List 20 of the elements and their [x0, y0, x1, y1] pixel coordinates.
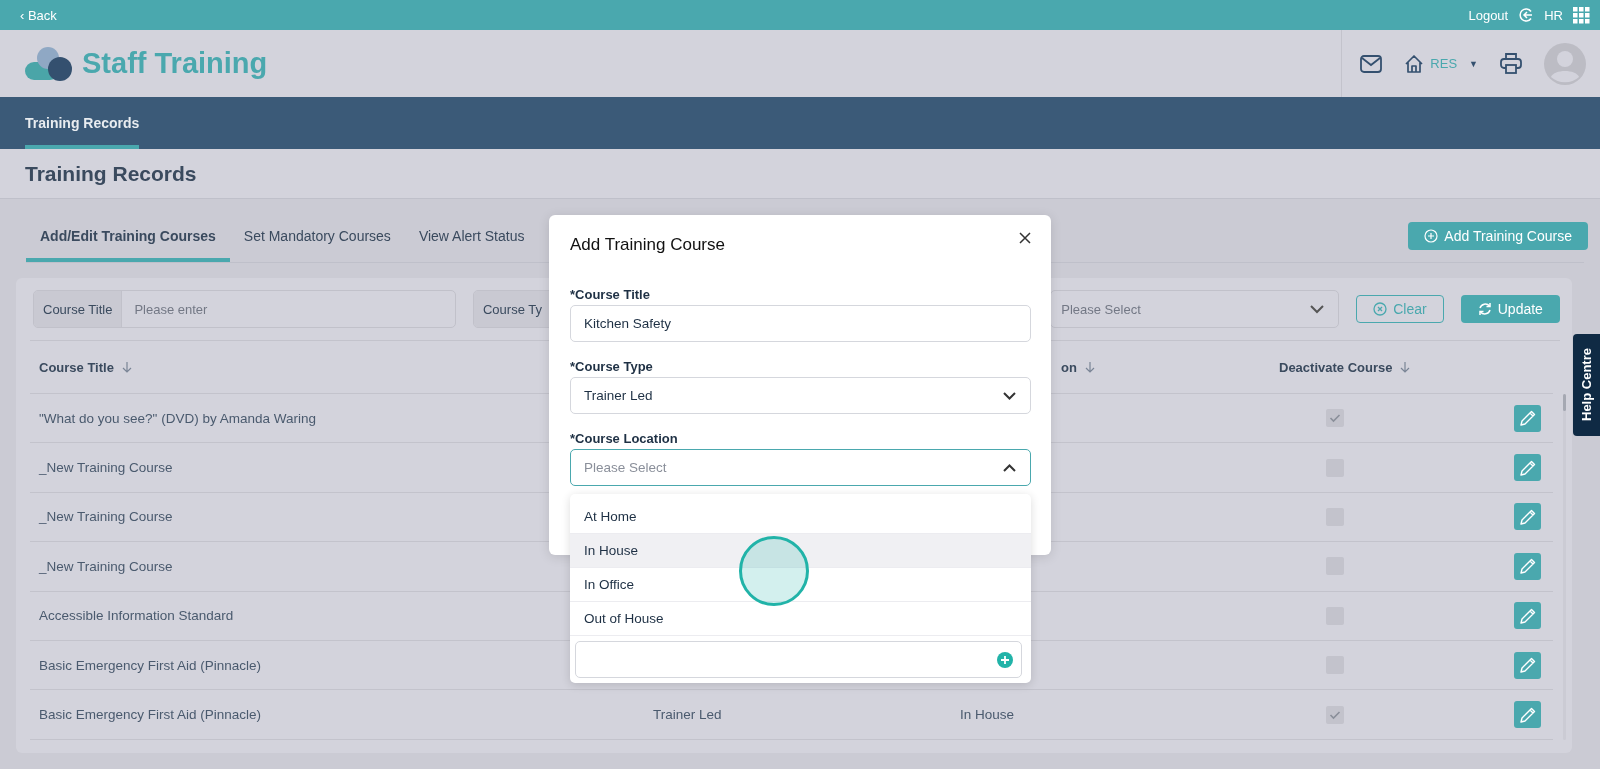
table-cell: _New Training Course: [39, 509, 173, 525]
table-cell: Trainer Led: [653, 707, 722, 723]
app-title: Staff Training: [82, 47, 268, 80]
filter-placeholder: Please enter: [134, 301, 208, 317]
table-cell: Basic Emergency First Aid (Pinnacle): [39, 657, 262, 673]
field-label: *Course Type: [570, 359, 654, 374]
filter-label: Course Title: [34, 291, 123, 327]
filter-placeholder: Please Select: [1061, 301, 1141, 317]
table-cell: Accessible Information Standard: [39, 608, 234, 624]
field-label: *Course Title: [570, 287, 651, 302]
table-cell: "What do you see?" (DVD) by Amanda Waring: [39, 410, 316, 426]
filter-label: Course Ty: [473, 291, 552, 327]
table-cell: _New Training Course: [39, 558, 173, 574]
page-title: Training Records: [25, 161, 197, 186]
field-label: *Course Location: [570, 431, 679, 446]
table-cell: _New Training Course: [39, 460, 173, 476]
user-initials: HR: [1544, 7, 1563, 23]
table-cell: Basic Emergency First Aid (Pinnacle): [39, 707, 262, 723]
modal-title: Add Training Course: [570, 235, 725, 255]
table-cell: In House: [960, 707, 1015, 723]
